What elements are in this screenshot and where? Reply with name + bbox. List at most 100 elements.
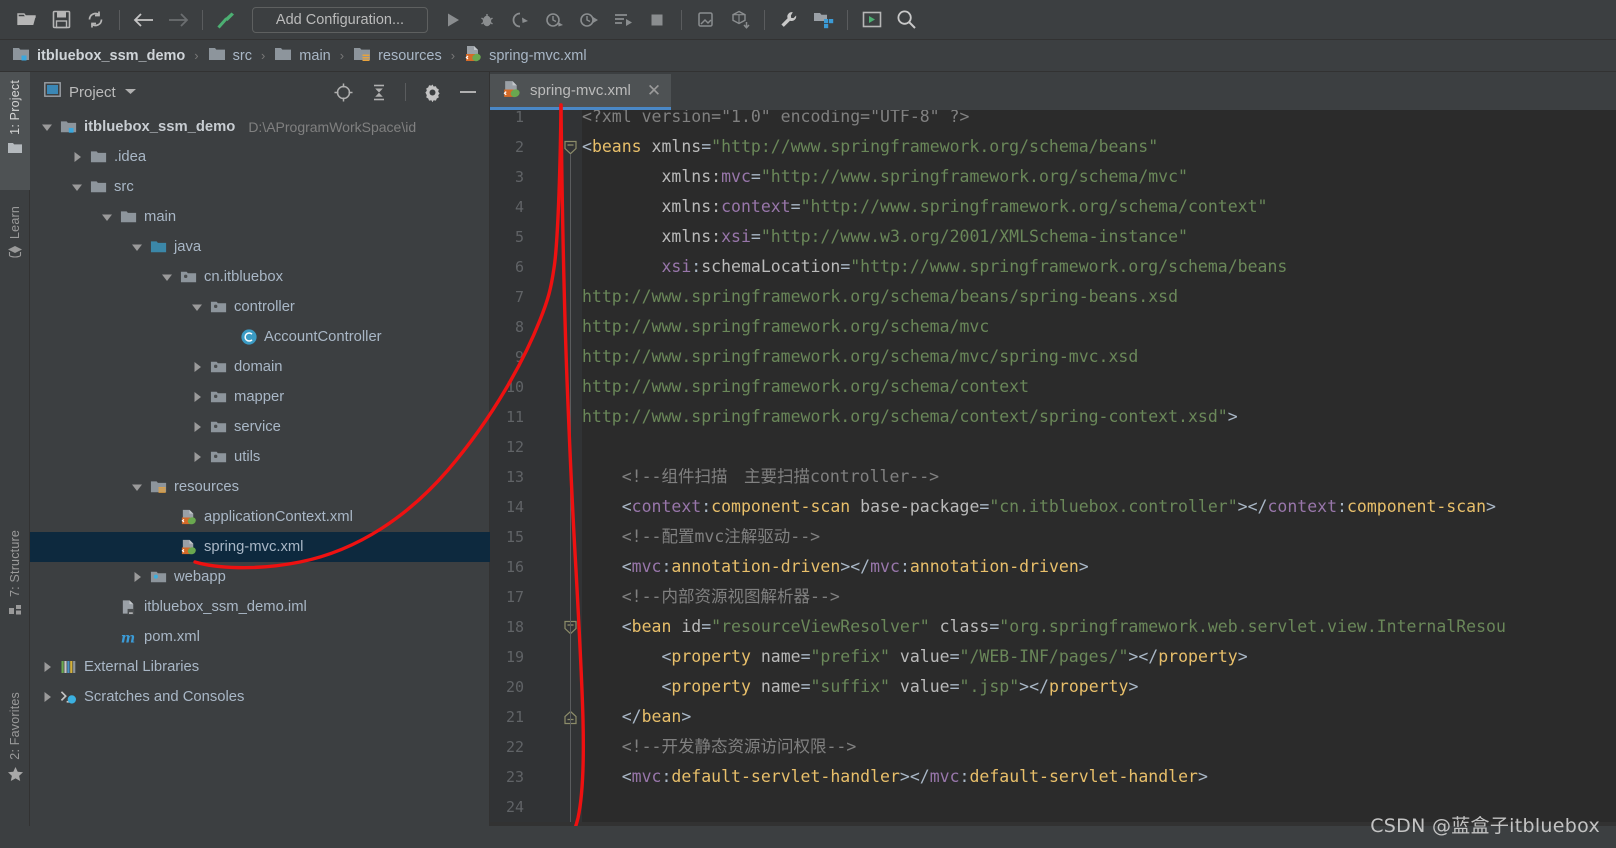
scroll-from-source-icon[interactable] <box>329 79 357 105</box>
line-number: 14 <box>505 498 524 516</box>
chevron-down-icon[interactable] <box>190 300 204 314</box>
module-folder-icon <box>60 118 78 136</box>
chevron-down-icon[interactable] <box>130 240 144 254</box>
tree-row-accountcontroller[interactable]: AccountController <box>30 322 490 352</box>
code-line[interactable]: <mvc:default-servlet-handler></mvc:defau… <box>582 762 1208 792</box>
breadcrumb-item-file[interactable]: spring-mvc.xml <box>464 45 587 66</box>
fold-open-icon[interactable] <box>563 140 578 155</box>
tree-row-domain[interactable]: domain <box>30 352 490 382</box>
tree-row-label: domain <box>234 359 283 375</box>
code-line[interactable]: <bean id="resourceViewResolver" class="o… <box>582 612 1506 642</box>
code-line[interactable]: <!--组件扫描 主要扫描controller--> <box>582 462 939 492</box>
chevron-right-icon[interactable] <box>40 690 54 704</box>
build-hammer-icon[interactable] <box>210 5 244 35</box>
sync-icon[interactable] <box>78 5 112 35</box>
chevron-right-icon[interactable] <box>130 570 144 584</box>
editor-tab-spring-mvc[interactable]: spring-mvc.xml ✕ <box>490 74 672 110</box>
code-token-cmt: <!--内部资源视图解析器--> <box>582 587 840 606</box>
code-line[interactable]: http://www.springframework.org/schema/be… <box>582 282 1178 312</box>
tree-row-scratches-and-consoles[interactable]: Scratches and Consoles <box>30 682 490 712</box>
search-icon[interactable] <box>889 5 923 35</box>
breadcrumb-item-project[interactable]: itbluebox_ssm_demo <box>12 46 185 66</box>
tree-row-external-libraries[interactable]: External Libraries <box>30 652 490 682</box>
code-line[interactable]: http://www.springframework.org/schema/mv… <box>582 312 989 342</box>
breadcrumb-item-src[interactable]: src <box>208 46 252 66</box>
sidebar-item-learn[interactable]: Learn <box>0 200 30 296</box>
chevron-down-icon[interactable] <box>130 480 144 494</box>
code-line[interactable]: xmlns:context="http://www.springframewor… <box>582 192 1267 222</box>
collapse-all-icon[interactable] <box>365 79 393 105</box>
code-line[interactable]: <mvc:annotation-driven></mvc:annotation-… <box>582 552 1089 582</box>
tree-row-mapper[interactable]: mapper <box>30 382 490 412</box>
tree-row-webapp[interactable]: webapp <box>30 562 490 592</box>
chevron-down-icon[interactable] <box>100 210 114 224</box>
chevron-down-icon[interactable] <box>160 270 174 284</box>
save-all-icon[interactable] <box>44 5 78 35</box>
tree-row--idea[interactable]: .idea <box>30 142 490 172</box>
tree-row-controller[interactable]: controller <box>30 292 490 322</box>
code-line[interactable]: </bean> <box>582 702 692 732</box>
code-text[interactable]: <?xml version="1.0" encoding="UTF-8" ?> <… <box>490 110 1616 848</box>
code-line[interactable]: http://www.springframework.org/schema/co… <box>582 402 1238 432</box>
tree-row-java[interactable]: java <box>30 232 490 262</box>
tree-row-utils[interactable]: utils <box>30 442 490 472</box>
code-line[interactable]: <property name="prefix" value="/WEB-INF/… <box>582 642 1247 672</box>
breadcrumb-item-resources[interactable]: resources <box>353 46 442 66</box>
tree-row-main[interactable]: main <box>30 202 490 232</box>
chevron-right-icon[interactable] <box>70 150 84 164</box>
tree-row-src[interactable]: src <box>30 172 490 202</box>
project-structure-icon[interactable] <box>806 5 840 35</box>
add-configuration-button[interactable]: Add Configuration... <box>252 6 428 33</box>
tree-row-label: src <box>114 179 134 195</box>
open-folder-icon[interactable] <box>10 5 44 35</box>
tree-row-path: D:\AProgramWorkSpace\id <box>248 119 417 135</box>
tree-row-pom-xml[interactable]: m pom.xml <box>30 622 490 652</box>
tree-row-applicationcontext-xml[interactable]: applicationContext.xml <box>30 502 490 532</box>
code-token-punc: : <box>661 557 672 576</box>
code-line[interactable]: http://www.springframework.org/schema/mv… <box>582 342 1138 372</box>
code-line[interactable]: <property name="suffix" value=".jsp"></p… <box>582 672 1138 702</box>
hide-icon[interactable] <box>454 79 482 105</box>
close-icon[interactable]: ✕ <box>647 81 661 101</box>
code-token-attr: xmlns: <box>582 227 722 246</box>
gear-icon[interactable] <box>418 79 446 105</box>
back-arrow-icon[interactable] <box>127 5 161 35</box>
code-line[interactable]: xmlns:xsi="http://www.w3.org/2001/XMLSch… <box>582 222 1188 252</box>
project-tree[interactable]: itbluebox_ssm_demo D:\AProgramWorkSpace\i… <box>30 112 490 848</box>
chevron-down-icon[interactable] <box>40 120 54 134</box>
sidebar-item-favorites[interactable]: 2: Favorites <box>0 686 30 824</box>
tree-row-itbluebox-ssm-demo-iml[interactable]: itbluebox_ssm_demo.iml <box>30 592 490 622</box>
code-line[interactable]: <?xml version="1.0" encoding="UTF-8" ?> <box>582 110 969 132</box>
tree-row-service[interactable]: service <box>30 412 490 442</box>
code-line[interactable]: xsi:schemaLocation="http://www.springfra… <box>582 252 1287 282</box>
breadcrumb-item-main[interactable]: main <box>274 46 331 66</box>
code-line[interactable]: <beans xmlns="http://www.springframework… <box>582 132 1158 162</box>
sidebar-item-project[interactable]: 1: Project <box>0 72 30 190</box>
sidebar-item-structure[interactable]: 7: Structure <box>0 524 30 652</box>
code-viewport[interactable]: 1234567891011121314151617181920212223242… <box>490 110 1616 848</box>
chevron-right-icon[interactable] <box>190 390 204 404</box>
code-token-str: "http://www.springframework.org/schema/b… <box>711 137 1159 156</box>
editor-gutter[interactable]: 1234567891011121314151617181920212223242… <box>490 110 582 848</box>
code-token-punc: > <box>1237 497 1248 516</box>
code-line[interactable]: <!--内部资源视图解析器--> <box>582 582 840 612</box>
code-line[interactable]: <!--配置mvc注解驱动--> <box>582 522 820 552</box>
wrench-icon[interactable] <box>772 5 806 35</box>
chevron-right-icon[interactable] <box>190 360 204 374</box>
chevron-down-icon[interactable] <box>124 83 137 101</box>
chevron-right-icon[interactable] <box>40 660 54 674</box>
chevron-right-icon[interactable] <box>190 420 204 434</box>
chevron-down-icon[interactable] <box>70 180 84 194</box>
tree-row-cn-itbluebox[interactable]: cn.itbluebox <box>30 262 490 292</box>
code-line[interactable]: <context:component-scan base-package="cn… <box>582 492 1496 522</box>
code-line[interactable]: xmlns:mvc="http://www.springframework.or… <box>582 162 1188 192</box>
tree-row-itbluebox-ssm-demo[interactable]: itbluebox_ssm_demo D:\AProgramWorkSpace\i… <box>30 112 490 142</box>
tree-row-resources[interactable]: resources <box>30 472 490 502</box>
breadcrumb-separator: › <box>260 48 266 63</box>
code-line[interactable]: <!--开发静态资源访问权限--> <box>582 732 857 762</box>
tree-row-spring-mvc-xml[interactable]: spring-mvc.xml <box>30 532 490 562</box>
code-token-punc: : <box>691 257 702 276</box>
run-anything-icon[interactable] <box>855 5 889 35</box>
chevron-right-icon[interactable] <box>190 450 204 464</box>
code-line[interactable]: http://www.springframework.org/schema/co… <box>582 372 1029 402</box>
